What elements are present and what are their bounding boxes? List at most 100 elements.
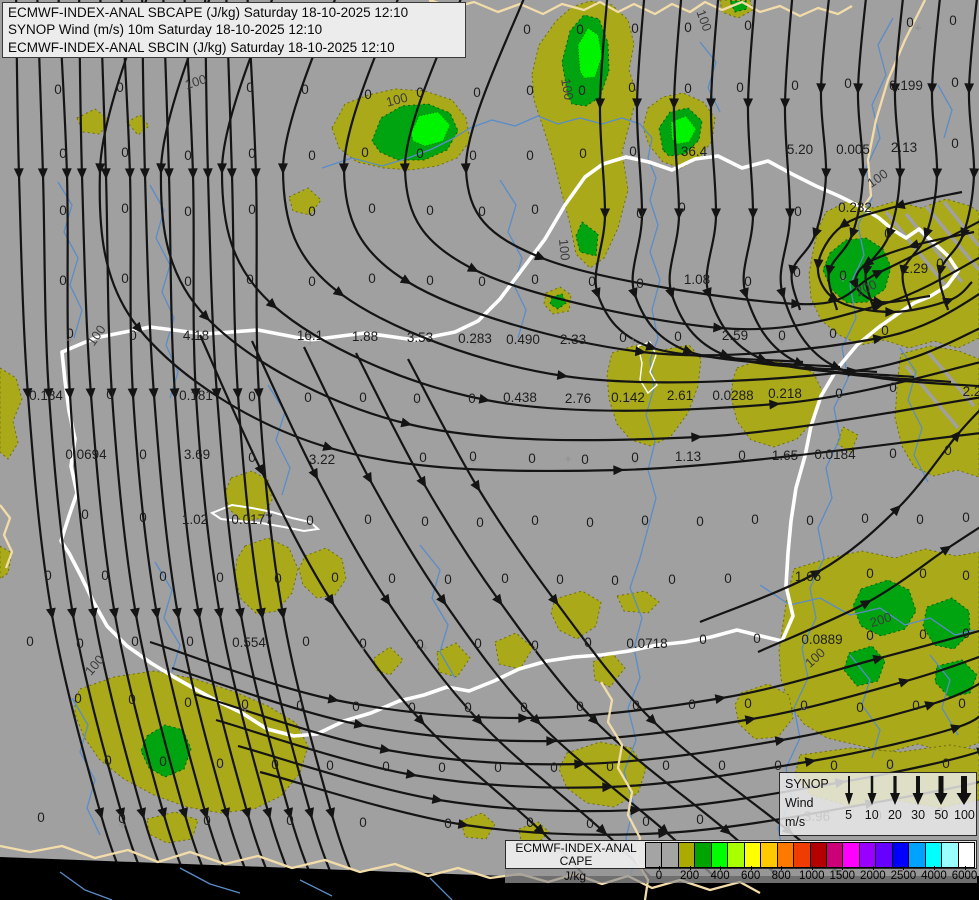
station-value-label: 0 [774, 758, 782, 773]
station-value-label: 0 [889, 380, 897, 395]
station-value-label: 0 [581, 452, 589, 467]
wind-scale-item: 100 [953, 773, 976, 835]
station-value-label: 0.0288 [712, 388, 753, 403]
station-value-label: 1.29 [902, 261, 928, 276]
station-value-label: 0 [674, 329, 682, 344]
station-value-label: 0 [388, 571, 396, 586]
cape-area-low [299, 548, 346, 598]
wind-legend-title-line: m/s [785, 813, 837, 832]
station-value-label: 0.0694 [65, 447, 107, 462]
station-value-label: 0.005 [836, 142, 870, 157]
contour-label: 100 [693, 8, 715, 34]
cape-color-cell [826, 842, 843, 868]
station-value-label: 1.88 [352, 329, 378, 344]
wind-legend-title-line: SYNOP [785, 775, 837, 794]
station-value-label: 0 [576, 699, 584, 714]
cape-area-low [437, 643, 470, 677]
cape-color-cell [727, 842, 744, 868]
station-value-label: 0 [962, 568, 970, 583]
station-value-label: 0 [751, 512, 759, 527]
station-value-label: 0 [531, 638, 539, 653]
wind-legend: SYNOP Wind m/s 510203050100 [779, 772, 977, 836]
cape-tick-label: 2000 [860, 870, 886, 882]
station-value-label: 0 [241, 697, 249, 712]
station-value-label: 0 [116, 80, 124, 95]
station-value-label: 0 [962, 626, 970, 641]
wind-speed-label: 20 [888, 808, 902, 822]
cape-tick-label: 600 [741, 870, 760, 882]
station-value-label: 0 [724, 571, 732, 586]
cape-legend-bottom: J/kg 02004006008001000150020002500400060… [505, 869, 977, 883]
cape-tick-labels: 0200400600800100015002000250040006000 [645, 869, 977, 883]
station-value-label: 0 [829, 326, 837, 341]
station-value-label: 0 [586, 816, 594, 831]
wind-scale-item: 5 [837, 773, 860, 835]
wind-speed-label: 100 [954, 808, 975, 822]
station-value-label: 0 [248, 389, 256, 404]
station-value-label: 0 [248, 146, 256, 161]
station-value-label: 0 [246, 80, 254, 95]
station-value-label: 0 [216, 756, 224, 771]
station-value-label: 0 [476, 515, 484, 530]
station-value-label: 0 [606, 759, 614, 774]
river-line [938, 85, 952, 138]
station-value-label: 0 [118, 811, 126, 826]
contour-label: 100 [183, 71, 208, 92]
station-value-label: 0 [526, 815, 534, 830]
cape-color-cell [859, 842, 876, 868]
station-value-label: 0 [718, 758, 726, 773]
station-value-label: 0.0718 [626, 636, 667, 651]
station-value-label: 0 [830, 758, 838, 773]
station-value-label: 0 [131, 634, 139, 649]
cape-tick-label: 400 [711, 870, 730, 882]
station-value-label: 0 [364, 512, 372, 527]
station-value-label: 0 [619, 330, 627, 345]
wind-arrow-icon [861, 773, 883, 807]
cape-legend: ECMWF-INDEX-ANAL CAPE J/kg 0200400600800… [505, 840, 977, 883]
station-value-label: 0 [382, 759, 390, 774]
station-value-label: 0 [416, 637, 424, 652]
station-value-label: 0 [301, 82, 309, 97]
station-value-label: 0 [531, 513, 539, 528]
cape-color-cell [645, 842, 662, 868]
cape-color-cell [661, 842, 678, 868]
station-value-label: 0 [528, 451, 536, 466]
station-value-label: 0 [949, 13, 957, 28]
cape-color-cell [925, 842, 942, 868]
station-value-label: 0 [308, 148, 316, 163]
station-value-label: 0 [584, 635, 592, 650]
station-value-label: 0 [352, 699, 360, 714]
station-value-label: 0.554 [232, 635, 266, 650]
station-value-label: 2.59 [722, 328, 748, 343]
cape-color-cell [793, 842, 810, 868]
cape-color-cell [941, 842, 958, 868]
station-value-label: 0 [478, 274, 486, 289]
station-value-label: 0 [106, 387, 114, 402]
station-value-label: 0 [526, 83, 534, 98]
station-value-label: 0 [359, 390, 367, 405]
station-value-label: 0 [736, 80, 744, 95]
station-value-label: 0 [886, 757, 894, 772]
station-value-label: 0 [416, 146, 424, 161]
station-value-label: 0 [416, 85, 424, 100]
station-value-label: 0 [744, 274, 752, 289]
station-value-label: 0 [468, 391, 476, 406]
station-value-label: 0 [306, 513, 314, 528]
station-value-label: 2.33 [560, 332, 586, 347]
weather-map-viewer: 100100100100100100100200200100100 ++++++… [0, 0, 979, 900]
cape-area-low [551, 591, 601, 639]
station-value-label: 1.13 [675, 449, 701, 464]
cape-tick-label: 1500 [830, 870, 856, 882]
cape-area-low [0, 546, 12, 579]
station-value-label: 0 [586, 515, 594, 530]
station-value-label: 0 [611, 573, 619, 588]
station-value-label: 0 [699, 632, 707, 647]
station-value-label: 0 [101, 568, 109, 583]
station-value-label: 0 [531, 272, 539, 287]
station-value-label: 0 [631, 21, 639, 36]
cape-area-low [127, 115, 149, 135]
station-value-label: 2.13 [891, 140, 917, 155]
station-value-label: 0.181 [179, 388, 213, 403]
cape-area-low [0, 368, 22, 459]
wind-speed-label: 5 [845, 808, 852, 822]
